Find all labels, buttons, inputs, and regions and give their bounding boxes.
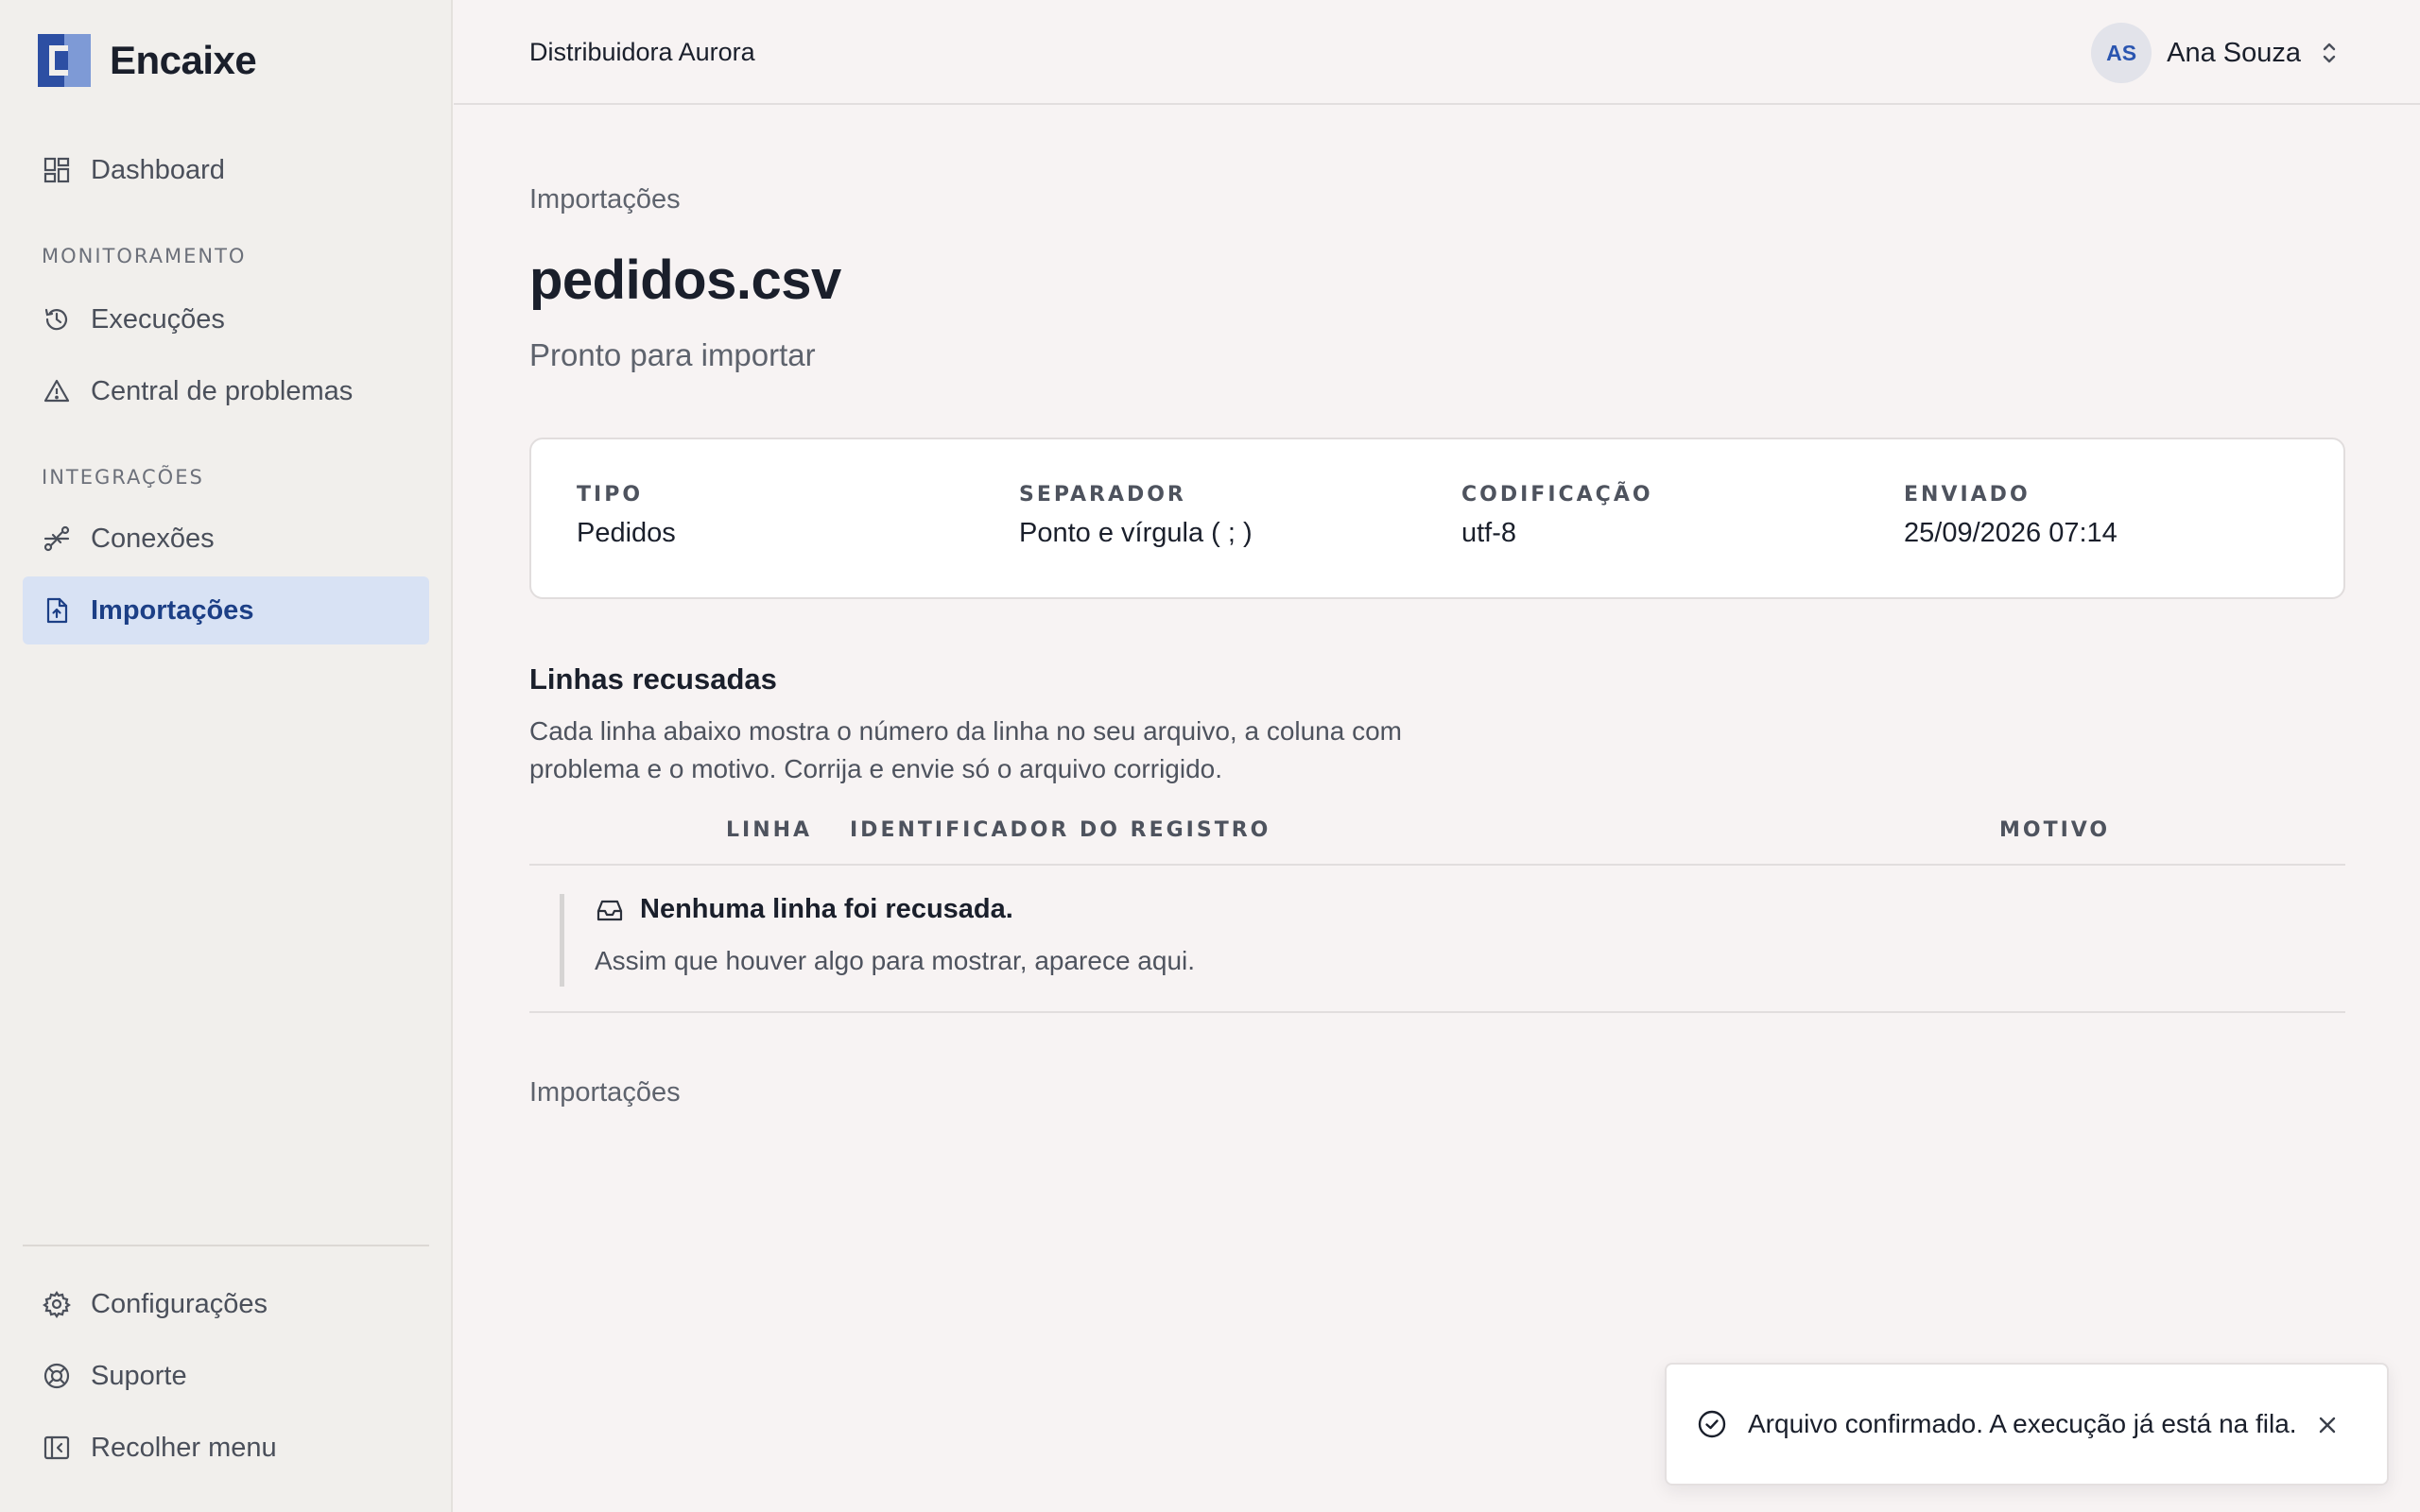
sidebar-item-collapse[interactable]: Recolher menu — [23, 1414, 429, 1482]
warning-triangle-icon — [42, 376, 72, 406]
meta-sent: ENVIADO 25/09/2026 07:14 — [1904, 483, 2118, 549]
empty-state: Nenhuma linha foi recusada. Assim que ho… — [560, 894, 2072, 987]
toast-message: Arquivo confirmado. A execução já está n… — [1748, 1409, 2297, 1438]
lifebuoy-icon — [42, 1361, 72, 1391]
sidebar-item-settings[interactable]: Configurações — [23, 1270, 429, 1338]
history-icon — [42, 304, 72, 335]
meta-value: Ponto e vírgula ( ; ) — [1019, 518, 1253, 548]
sidebar-item-label: Recolher menu — [91, 1432, 277, 1463]
app-name: Encaixe — [110, 38, 257, 82]
sidebar-item-label: Dashboard — [91, 154, 225, 185]
chevron-updown-icon — [2318, 38, 2341, 68]
sidebar-item-label: Central de problemas — [91, 375, 354, 406]
connections-icon — [42, 524, 72, 554]
sidebar-item-connections[interactable]: Conexões — [23, 505, 429, 573]
collapse-sidebar-icon — [42, 1433, 72, 1463]
column-header-record-id[interactable]: IDENTIFICADOR DO REGISTRO — [850, 818, 1270, 842]
table-bottom-divider — [529, 1011, 2345, 1013]
logo-icon — [38, 34, 91, 87]
sidebar-item-executions[interactable]: Execuções — [23, 285, 429, 353]
sidebar-item-label: Conexões — [91, 523, 215, 554]
meta-label: TIPO — [577, 483, 644, 507]
column-header-line[interactable]: LINHA — [726, 818, 812, 842]
rejected-rows-title: Linhas recusadas — [529, 662, 777, 696]
meta-label: ENVIADO — [1904, 483, 2031, 507]
meta-encoding: CODIFICAÇÃO utf-8 — [1461, 483, 1653, 549]
footer-breadcrumb[interactable]: Importações — [529, 1077, 681, 1108]
empty-state-description: Assim que houver algo para mostrar, apar… — [595, 946, 1196, 975]
import-status: Pronto para importar — [529, 337, 816, 372]
close-icon[interactable] — [2313, 1411, 2342, 1439]
file-metadata-card: TIPO Pedidos SEPARADOR Ponto e vírgula (… — [529, 438, 2345, 599]
sidebar-item-problems[interactable]: Central de problemas — [23, 357, 429, 425]
organization-name[interactable]: Distribuidora Aurora — [529, 38, 755, 67]
empty-state-title: Nenhuma linha foi recusada. — [595, 894, 2072, 925]
meta-value: utf-8 — [1461, 518, 1517, 548]
user-menu[interactable]: AS Ana Souza — [2091, 23, 2341, 83]
table-header: LINHA IDENTIFICADOR DO REGISTRO MOTIVO — [529, 818, 2345, 866]
meta-label: CODIFICAÇÃO — [1461, 483, 1653, 507]
sidebar: Encaixe Dashboard MONITORAMENTO Execuçõe… — [0, 0, 453, 1512]
gear-icon — [42, 1289, 72, 1319]
nav-section-monitoring: MONITORAMENTO — [42, 245, 247, 267]
check-circle-icon — [1697, 1409, 1727, 1439]
sidebar-item-dashboard[interactable]: Dashboard — [23, 136, 429, 204]
column-header-reason[interactable]: MOTIVO — [1999, 818, 2110, 842]
page-title: pedidos.csv — [529, 249, 841, 311]
inbox-icon — [595, 895, 625, 925]
brand[interactable]: Encaixe — [38, 34, 257, 87]
sidebar-divider — [23, 1245, 429, 1246]
nav-section-integrations: INTEGRAÇÕES — [42, 466, 204, 489]
meta-separator: SEPARADOR Ponto e vírgula ( ; ) — [1019, 483, 1253, 549]
breadcrumb[interactable]: Importações — [529, 184, 681, 215]
meta-type: TIPO Pedidos — [577, 483, 676, 549]
empty-state-title-text: Nenhuma linha foi recusada. — [640, 894, 1013, 924]
file-upload-icon — [42, 595, 72, 626]
rejected-rows-description: Cada linha abaixo mostra o número da lin… — [529, 716, 1403, 783]
sidebar-item-label: Suporte — [91, 1360, 187, 1391]
avatar: AS — [2091, 23, 2152, 83]
topbar: Distribuidora Aurora AS Ana Souza — [454, 0, 2420, 105]
user-name: Ana Souza — [2167, 37, 2301, 68]
meta-value: 25/09/2026 07:14 — [1904, 518, 2118, 548]
sidebar-item-label: Configurações — [91, 1288, 268, 1319]
sidebar-item-imports[interactable]: Importações — [23, 576, 429, 644]
meta-value: Pedidos — [577, 518, 676, 548]
toast-notification: Arquivo confirmado. A execução já está n… — [1665, 1363, 2389, 1486]
meta-label: SEPARADOR — [1019, 483, 1186, 507]
sidebar-item-support[interactable]: Suporte — [23, 1342, 429, 1410]
sidebar-item-label: Execuções — [91, 303, 225, 335]
sidebar-item-label: Importações — [91, 594, 254, 626]
dashboard-grid-icon — [42, 155, 72, 185]
